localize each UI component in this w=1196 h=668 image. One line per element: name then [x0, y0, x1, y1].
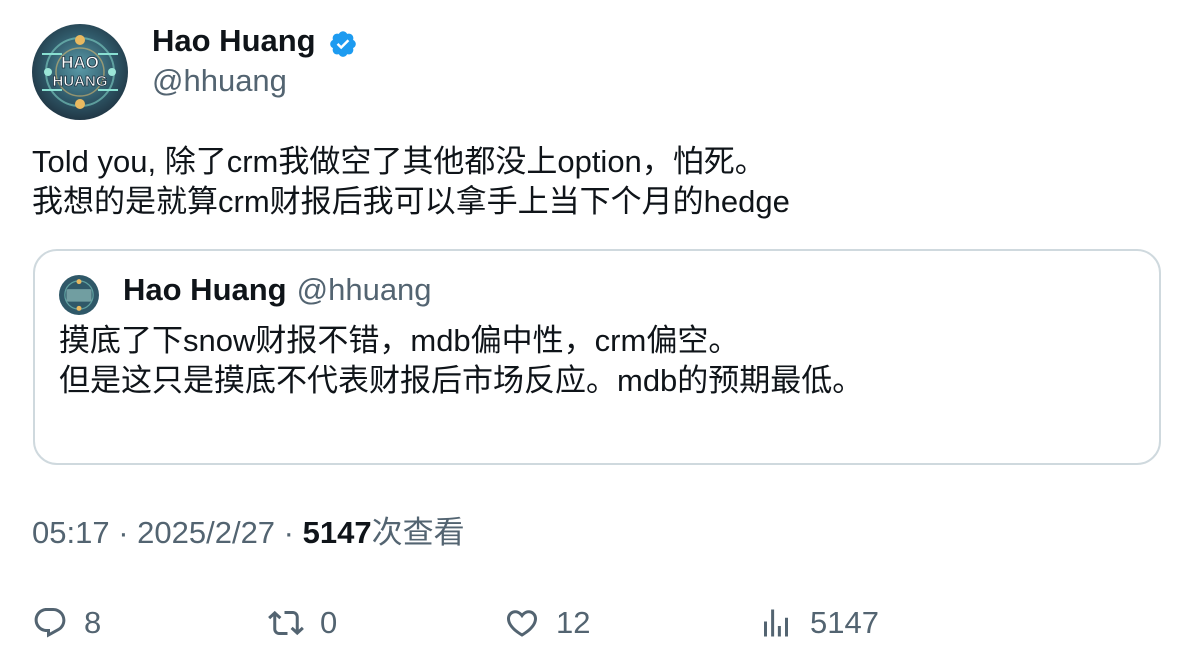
tweet-date[interactable]: 2025/2/27: [137, 515, 275, 550]
quote-avatar-logo-icon: [59, 275, 99, 315]
quote-line-2: 但是这只是摸底不代表财报后市场反应。mdb的预期最低。: [59, 363, 864, 398]
quote-author-handle: @hhuang: [296, 272, 432, 307]
author-avatar[interactable]: HAO HUANG: [32, 24, 128, 120]
action-bar: 8 0 12 5147: [32, 598, 1162, 648]
retweet-count: 0: [320, 605, 338, 640]
avatar-text-top: HAO: [61, 53, 99, 72]
meta-separator: ·: [109, 515, 138, 550]
tweet-text: Told you, 除了crm我做空了其他都没上option，怕死。 我想的是就…: [32, 142, 1162, 222]
author-handle[interactable]: @hhuang: [152, 62, 287, 100]
quote-avatar: [59, 275, 99, 315]
like-button[interactable]: 12: [504, 598, 590, 648]
views-button[interactable]: 5147: [758, 598, 879, 648]
quote-author: Hao Huang @hhuang: [123, 271, 432, 309]
views-label: 次查看: [371, 515, 465, 550]
tweet-meta: 05:17 · 2025/2/27 · 5147次查看: [32, 514, 465, 552]
views-count: 5147: [302, 515, 372, 550]
quote-author-name: Hao Huang: [123, 272, 287, 307]
analytics-icon: [764, 609, 788, 637]
avatar-text-bottom: HUANG: [53, 73, 108, 90]
reply-button[interactable]: 8: [32, 598, 101, 648]
retweet-button[interactable]: 0: [268, 598, 337, 648]
quote-text: 摸底了下snow财报不错，mdb偏中性，crm偏空。 但是这只是摸底不代表财报后…: [59, 321, 863, 401]
verified-badge-icon[interactable]: [328, 29, 358, 59]
quote-line-1: 摸底了下snow财报不错，mdb偏中性，crm偏空。: [59, 323, 740, 358]
tweet-line-1: Told you, 除了crm我做空了其他都没上option，怕死。: [32, 144, 766, 179]
avatar-logo-icon: HAO HUANG: [32, 24, 128, 120]
reply-icon: [34, 608, 66, 638]
heart-icon: [506, 610, 538, 637]
views-action-count: 5147: [810, 605, 879, 640]
quoted-tweet-card[interactable]: Hao Huang @hhuang 摸底了下snow财报不错，mdb偏中性，crm…: [33, 249, 1161, 465]
retweet-icon: [268, 610, 304, 636]
like-count: 12: [556, 605, 591, 640]
reply-count: 8: [84, 605, 102, 640]
tweet-time[interactable]: 05:17: [32, 515, 110, 550]
author-name[interactable]: Hao Huang: [152, 22, 316, 60]
meta-separator: ·: [275, 515, 303, 550]
tweet-line-2: 我想的是就算crm财报后我可以拿手上当下个月的hedge: [32, 184, 790, 219]
